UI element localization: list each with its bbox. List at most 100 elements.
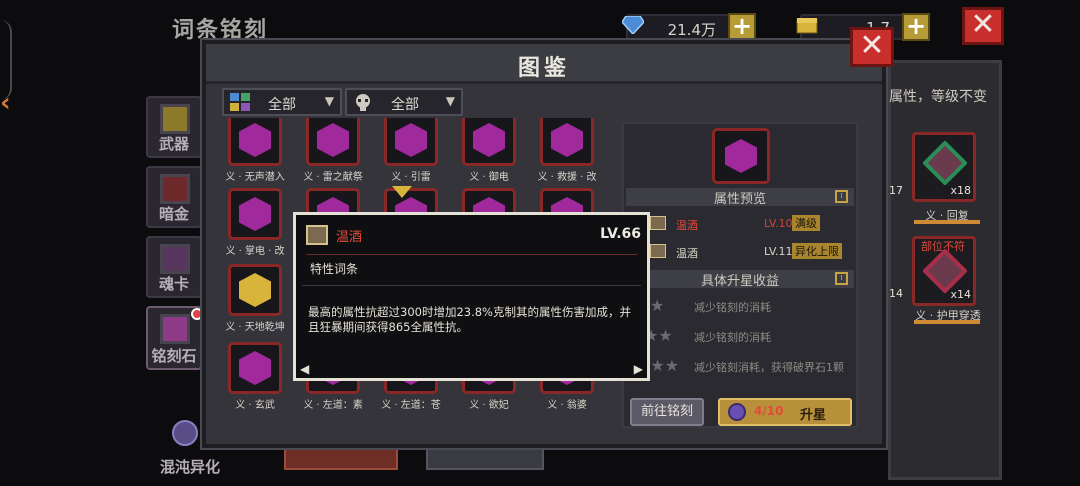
tooltip-level: LV.66 — [600, 226, 641, 242]
chest-icon — [796, 18, 818, 34]
codex-cell-label: 义 · 翁婆 — [547, 400, 587, 411]
star-up-label: 升星 — [800, 408, 827, 423]
goto-inscription-button[interactable]: 前往铭刻 — [630, 398, 704, 426]
item-frame — [228, 264, 282, 316]
codex-cell-label: 义 · 欲妃 — [469, 400, 509, 411]
weapon-icon — [160, 104, 190, 134]
item-count: 14 — [889, 287, 903, 300]
star-up-cost: 4/10 — [754, 404, 784, 418]
left-edge-decoration — [0, 20, 12, 100]
codex-cell[interactable]: 义 · 掌电 · 改 — [218, 186, 292, 258]
item-count: x18 — [950, 184, 971, 197]
slot-tag: 部位不符 — [921, 240, 965, 253]
screen-close-button[interactable]: ✕ — [962, 7, 1004, 45]
wine-icon — [650, 216, 666, 230]
inventory-slot[interactable]: x18 — [912, 132, 976, 202]
side-tab-dark-gold[interactable]: 暗金 — [146, 166, 202, 228]
codex-cell-label: 义 · 御电 — [469, 172, 509, 183]
add-coin-button[interactable]: + — [902, 13, 930, 41]
preview-header: 属性预览 i — [626, 188, 854, 207]
preview-name: 温酒 — [676, 247, 698, 260]
tooltip-divider — [306, 254, 637, 255]
star-row: ★★★ 减少铭刻消耗，获得破界石1颗 — [628, 356, 852, 378]
star-row: ★★ 减少铭刻的消耗 — [628, 326, 852, 348]
chaos-mutation-label: 混沌异化 — [160, 458, 221, 476]
selected-item-icon — [712, 128, 770, 184]
star-benefit: 减少铭刻消耗，获得破界石1颗 — [694, 361, 844, 374]
inscription-gem-icon — [317, 123, 349, 157]
codex-cell-label: 义 · 无声潜入 — [225, 172, 285, 183]
gem-socket-icon — [923, 141, 967, 185]
item-count: 17 — [889, 184, 903, 197]
side-tab-label: 暗金 — [158, 205, 189, 223]
wine-icon — [306, 225, 328, 245]
tooltip-next-icon[interactable]: ▶ — [634, 362, 643, 376]
trait-tooltip: 温酒 LV.66 特性词条 最高的属性抗超过300时增加23.8%克制其的属性伤… — [293, 212, 650, 381]
item-frame — [384, 118, 438, 166]
side-tab-label: 魂卡 — [158, 275, 189, 293]
codex-cell[interactable]: 义 · 无声潜入 — [218, 118, 292, 184]
gem-icon — [622, 16, 644, 34]
codex-cell[interactable]: 义 · 引雷 — [374, 118, 448, 184]
dark-gold-icon — [160, 174, 190, 204]
tooltip-prev-icon[interactable]: ◀ — [300, 362, 309, 376]
wine-icon — [650, 244, 666, 258]
codex-cell-label: 义 · 救援 · 改 — [537, 172, 597, 183]
gem-counter: 21.4万 + — [622, 13, 756, 41]
chevron-down-icon: ▼ — [324, 94, 334, 108]
star-up-button[interactable]: 4/10 升星 — [718, 398, 852, 426]
codex-cell-label: 义 · 掌电 · 改 — [225, 246, 285, 257]
codex-cell-label: 义 · 左道：苍 — [381, 400, 441, 411]
bottom-button-left — [284, 446, 398, 470]
enemy-filter-value: 全部 — [391, 97, 419, 113]
side-tab-weapon[interactable]: 武器 — [146, 96, 202, 158]
gem-amount: 21.4万 — [667, 21, 716, 39]
inscription-gem-icon — [551, 123, 583, 157]
codex-cell-label: 义 · 玄武 — [235, 400, 275, 411]
item-frame — [462, 118, 516, 166]
item-frame — [306, 118, 360, 166]
side-tab-soul-card[interactable]: 魂卡 — [146, 236, 202, 298]
codex-cell-label: 义 · 雷之献祭 — [303, 172, 363, 183]
chevron-down-icon: ▼ — [445, 94, 455, 108]
inscription-gem-icon — [239, 123, 271, 157]
preview-row: 温酒 LV.10 满级 — [628, 214, 852, 234]
category-filter[interactable]: 全部 ▼ — [222, 88, 342, 116]
info-icon[interactable]: i — [835, 190, 848, 203]
bottom-button-right — [426, 446, 544, 470]
right-note-text: 属性，等级不变 — [889, 89, 987, 105]
star-benefit: 减少铭刻的消耗 — [694, 331, 771, 344]
codex-cell[interactable]: 义 · 天地乾坤 — [218, 262, 292, 334]
preview-tag: 满级 — [792, 215, 820, 231]
inscription-gem-icon — [239, 273, 271, 307]
codex-cell[interactable]: 义 · 玄武 — [218, 340, 292, 412]
skull-icon — [356, 94, 370, 111]
codex-cell-label: 义 · 左道：素 — [303, 400, 363, 411]
inventory-slot[interactable]: 部位不符 x14 — [912, 236, 976, 306]
gem-socket-icon — [923, 249, 967, 293]
add-gem-button[interactable]: + — [728, 13, 756, 41]
inscription-gem-icon — [239, 197, 271, 231]
codex-cell-label: 义 · 引雷 — [391, 172, 431, 183]
codex-cell[interactable]: 义 · 御电 — [452, 118, 526, 184]
preview-level: LV.11 — [764, 245, 793, 258]
item-frame — [228, 342, 282, 394]
star-stone-icon — [728, 403, 746, 421]
side-tab-label: 铭刻石 — [151, 347, 197, 365]
selected-item-gem — [725, 139, 757, 173]
chaos-mutation-icon[interactable] — [172, 420, 198, 446]
tooltip-section-title: 特性词条 — [310, 262, 359, 276]
info-icon[interactable]: i — [835, 272, 848, 285]
upgrade-header-text: 具体升星收益 — [700, 274, 779, 289]
codex-cell[interactable]: 义 · 雷之献祭 — [296, 118, 370, 184]
side-tab-label: 武器 — [158, 135, 189, 153]
codex-cell[interactable]: 义 · 救援 · 改 — [530, 118, 604, 184]
preview-level: LV.10 — [764, 217, 793, 230]
tooltip-item-name: 温酒 — [336, 230, 363, 245]
inscription-stone-icon — [160, 314, 190, 344]
tooltip-description: 最高的属性抗超过300时增加23.8%克制其的属性伤害加成，并且狂暴期间获得86… — [308, 305, 631, 334]
inscription-gem-icon — [239, 351, 271, 385]
category-filter-value: 全部 — [268, 97, 296, 113]
dialog-close-button[interactable]: ✕ — [850, 27, 894, 67]
enemy-filter[interactable]: 全部 ▼ — [345, 88, 463, 116]
